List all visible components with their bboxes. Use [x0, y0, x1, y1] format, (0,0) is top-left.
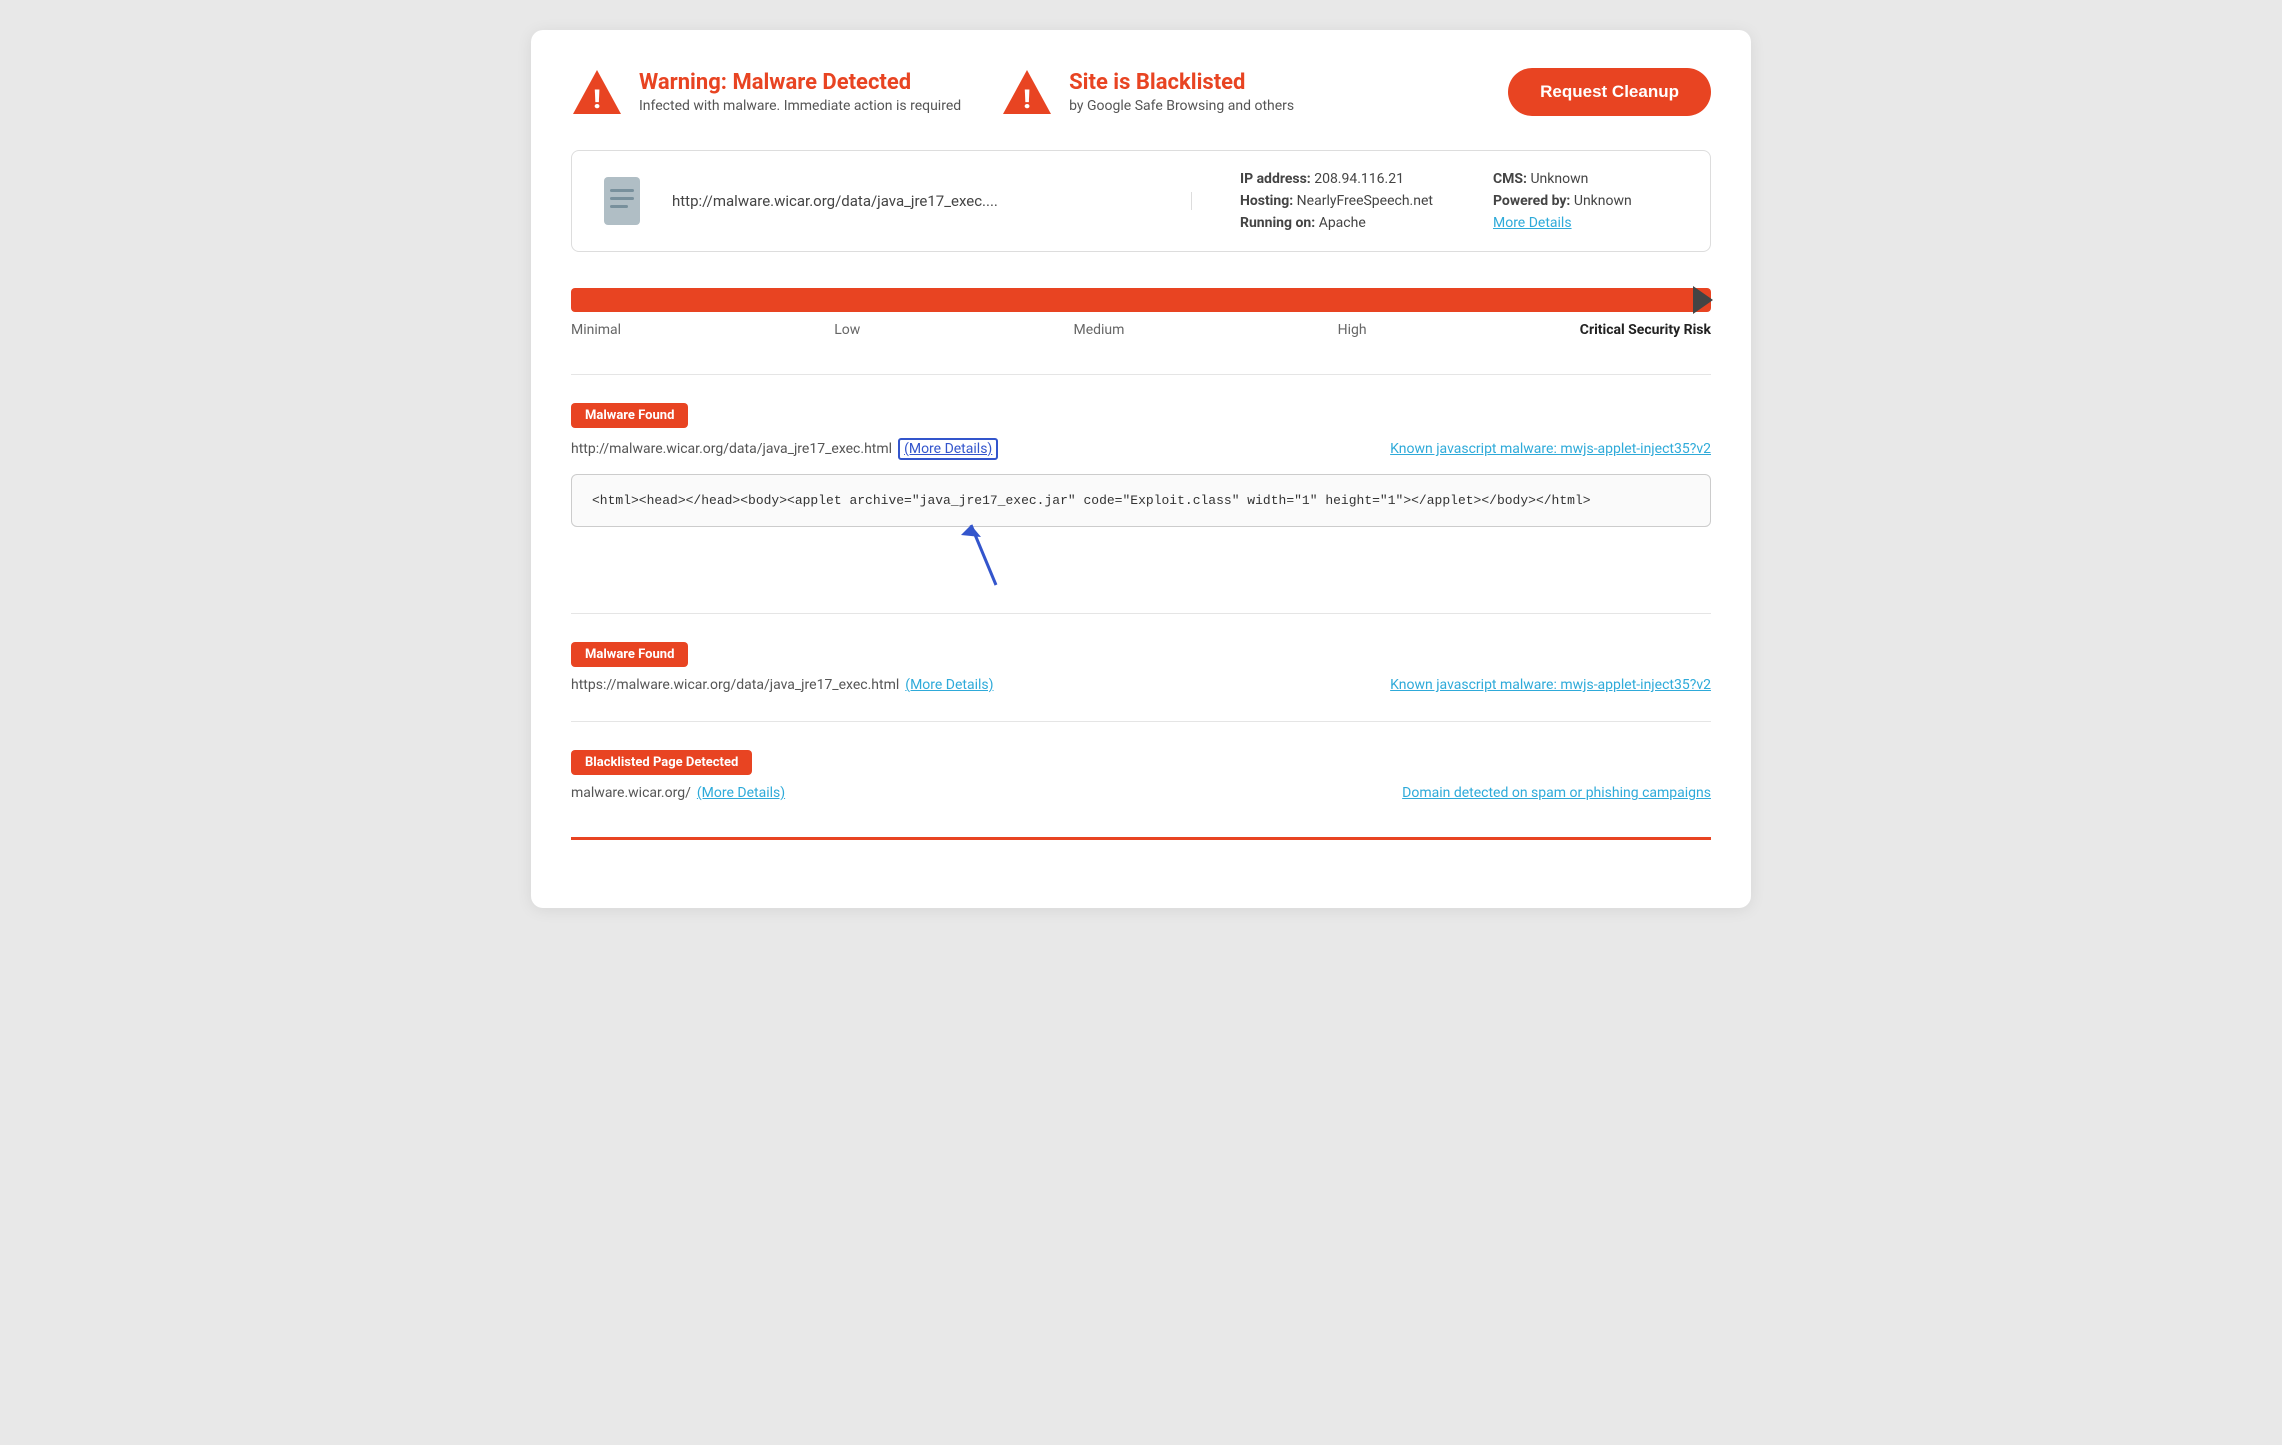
malware-warning-icon: !: [571, 66, 623, 118]
blacklist-alert-title: Site is Blacklisted: [1069, 70, 1294, 95]
svg-text:!: !: [1024, 85, 1031, 115]
finding-2-url: https://malware.wicar.org/data/java_jre1…: [571, 677, 899, 693]
finding-1-row: http://malware.wicar.org/data/java_jre17…: [571, 438, 1711, 460]
finding-3-url: malware.wicar.org/: [571, 785, 691, 801]
site-info-box: http://malware.wicar.org/data/java_jre17…: [571, 150, 1711, 252]
divider-2: [571, 613, 1711, 614]
powered-label: Powered by: Unknown: [1493, 193, 1686, 209]
risk-bar-arrow: [1693, 286, 1713, 314]
risk-minimal: Minimal: [571, 322, 621, 338]
divider-4: [571, 837, 1711, 840]
arrow-svg: [951, 515, 1031, 595]
finding-1-more-details[interactable]: (More Details): [898, 438, 998, 460]
site-more-details-link[interactable]: More Details: [1493, 215, 1572, 231]
finding-3-left: malware.wicar.org/ (More Details): [571, 785, 785, 801]
finding-1-left: http://malware.wicar.org/data/java_jre17…: [571, 438, 998, 460]
finding-2-row: https://malware.wicar.org/data/java_jre1…: [571, 677, 1711, 693]
blacklist-alert-text: Site is Blacklisted by Google Safe Brows…: [1069, 70, 1294, 114]
malware-alert-sub: Infected with malware. Immediate action …: [639, 98, 961, 114]
divider-3: [571, 721, 1711, 722]
blacklist-alert-block: ! Site is Blacklisted by Google Safe Bro…: [1001, 66, 1294, 118]
blacklist-warning-icon: !: [1001, 66, 1053, 118]
finding-2-known-malware[interactable]: Known javascript malware: mwjs-applet-in…: [1390, 677, 1711, 693]
finding-3: Blacklisted Page Detected malware.wicar.…: [571, 750, 1711, 801]
site-url: http://malware.wicar.org/data/java_jre17…: [672, 192, 1192, 210]
finding-3-more-details[interactable]: (More Details): [697, 785, 785, 801]
finding-1-badge: Malware Found: [571, 403, 688, 428]
finding-1: Malware Found http://malware.wicar.org/d…: [571, 403, 1711, 585]
divider-1: [571, 374, 1711, 375]
finding-1-code: <html><head></head><body><applet archive…: [592, 493, 1591, 508]
blacklist-alert-sub: by Google Safe Browsing and others: [1069, 98, 1294, 114]
finding-1-known-malware[interactable]: Known javascript malware: mwjs-applet-in…: [1390, 441, 1711, 457]
finding-2: Malware Found https://malware.wicar.org/…: [571, 642, 1711, 693]
finding-1-code-box: <html><head></head><body><applet archive…: [571, 474, 1711, 527]
document-icon: [596, 175, 648, 227]
risk-medium: Medium: [1073, 322, 1124, 338]
risk-low: Low: [834, 322, 860, 338]
finding-2-badge: Malware Found: [571, 642, 688, 667]
hosting-label: Hosting: NearlyFreeSpeech.net: [1240, 193, 1433, 209]
risk-labels: Minimal Low Medium High Critical Securit…: [571, 322, 1711, 338]
malware-alert-title: Warning: Malware Detected: [639, 70, 961, 95]
finding-3-known-malware[interactable]: Domain detected on spam or phishing camp…: [1402, 785, 1711, 801]
main-card: ! Warning: Malware Detected Infected wit…: [531, 30, 1751, 908]
header-row: ! Warning: Malware Detected Infected wit…: [571, 66, 1711, 118]
finding-3-row: malware.wicar.org/ (More Details) Domain…: [571, 785, 1711, 801]
finding-2-left: https://malware.wicar.org/data/java_jre1…: [571, 677, 994, 693]
site-meta: IP address: 208.94.116.21 CMS: Unknown H…: [1216, 171, 1686, 231]
finding-1-url: http://malware.wicar.org/data/java_jre17…: [571, 441, 892, 457]
finding-3-badge: Blacklisted Page Detected: [571, 750, 752, 775]
risk-high: High: [1338, 322, 1367, 338]
running-label: Running on: Apache: [1240, 215, 1433, 231]
cms-label: CMS: Unknown: [1493, 171, 1686, 187]
risk-bar: [571, 288, 1711, 312]
finding-2-more-details[interactable]: (More Details): [905, 677, 993, 693]
risk-critical: Critical Security Risk: [1580, 322, 1711, 338]
more-details-link-container: More Details: [1493, 215, 1686, 231]
malware-alert-block: ! Warning: Malware Detected Infected wit…: [571, 66, 961, 118]
ip-label: IP address: 208.94.116.21: [1240, 171, 1433, 187]
request-cleanup-button[interactable]: Request Cleanup: [1508, 68, 1711, 116]
svg-text:!: !: [593, 85, 600, 115]
malware-alert-text: Warning: Malware Detected Infected with …: [639, 70, 961, 114]
risk-section: Minimal Low Medium High Critical Securit…: [571, 288, 1711, 338]
